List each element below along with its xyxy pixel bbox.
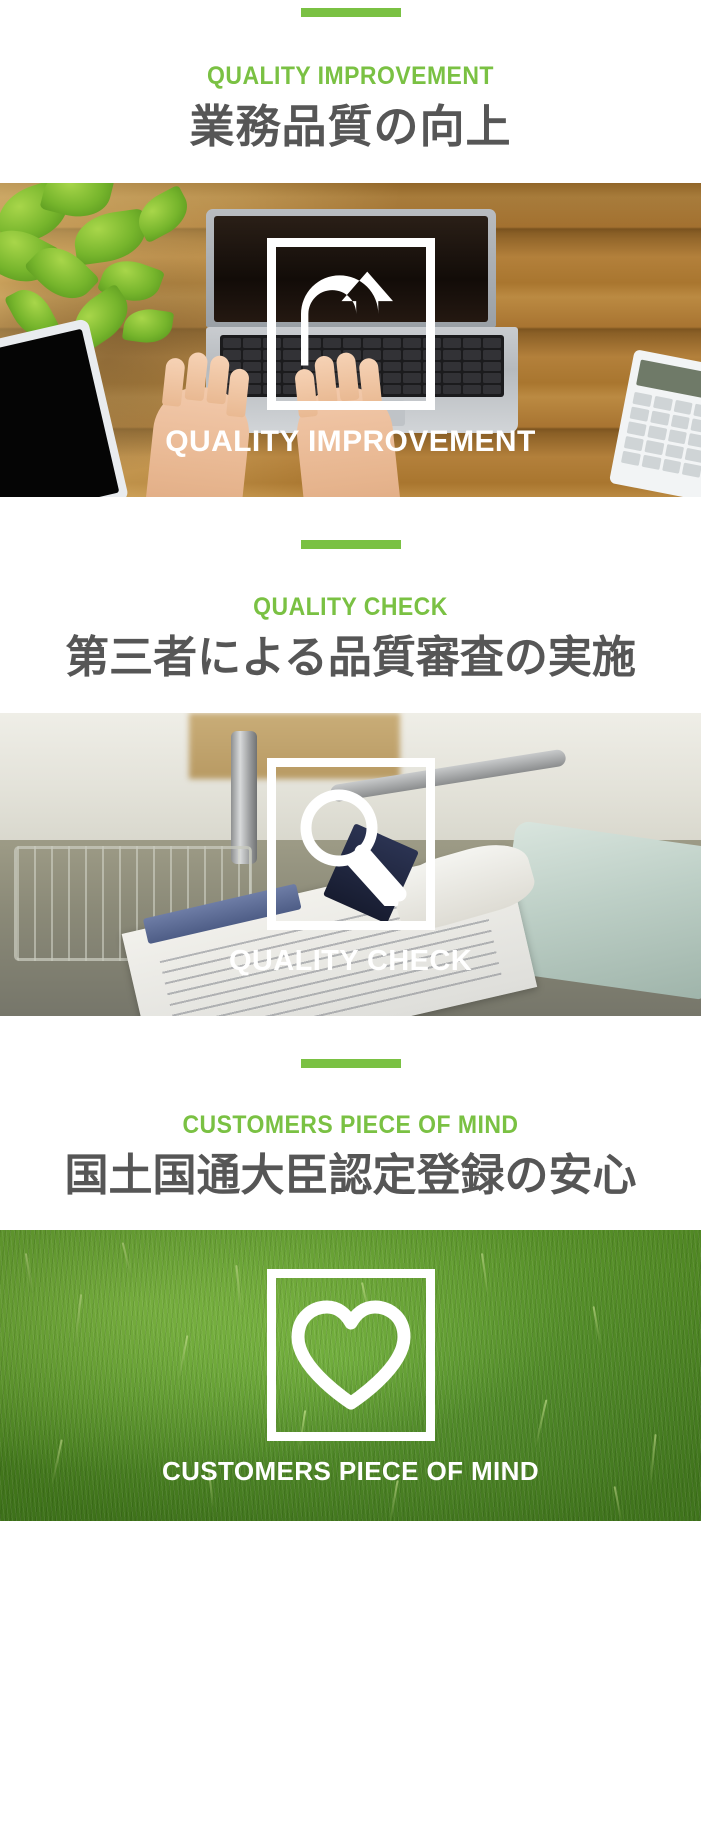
green-rule (300, 540, 401, 550)
u-turn-arrow-icon (266, 237, 435, 410)
photo-customers-piece-of-mind: CUSTOMERS PIECE OF MIND (0, 1229, 701, 1521)
eyebrow-quality-improvement: QUALITY IMPROVEMENT (207, 62, 494, 90)
section-quality-check: QUALITY CHECK 第三者による品質審査の実施 QUALITY CHEC… (0, 497, 701, 1016)
photo-overlay-2: QUALITY CHECK (0, 713, 701, 1016)
eyebrow-customers-piece-of-mind: CUSTOMERS PIECE OF MIND (182, 1110, 519, 1139)
photo-quality-improvement: QUALITY IMPROVEMENT (0, 183, 701, 498)
heading-customers-piece-of-mind: 国土国通大臣認定登録の安心 (64, 1150, 637, 1200)
green-rule (300, 8, 401, 17)
section-quality-improvement: QUALITY IMPROVEMENT 業務品質の向上 QUALITY IMPR… (0, 0, 701, 498)
section-customers-piece-of-mind: CUSTOMERS PIECE OF MIND 国土国通大臣認定登録の安心 CU… (0, 1016, 701, 1521)
photo-caption-quality-check: QUALITY CHECK (228, 945, 473, 978)
green-rule-divider-3 (0, 1058, 701, 1068)
photo-caption-customers-piece-of-mind: CUSTOMERS PIECE OF MIND (161, 1455, 540, 1486)
heading-quality-improvement: 業務品質の向上 (189, 101, 512, 152)
photo-quality-check: QUALITY CHECK (0, 712, 701, 1016)
heart-icon (266, 1268, 435, 1441)
magnifier-icon (266, 758, 435, 931)
eyebrow-quality-check: QUALITY CHECK (253, 593, 448, 622)
green-rule (300, 1058, 401, 1068)
photo-overlay-1: QUALITY IMPROVEMENT (0, 183, 701, 497)
photo-overlay-3: CUSTOMERS PIECE OF MIND (0, 1230, 701, 1521)
photo-caption-quality-improvement: QUALITY IMPROVEMENT (165, 424, 536, 458)
green-rule-divider-2 (0, 540, 701, 550)
heading-quality-check: 第三者による品質審査の実施 (65, 633, 636, 683)
green-rule-divider-1 (0, 8, 701, 17)
quality-sections-page: QUALITY IMPROVEMENT 業務品質の向上 QUALITY IMPR… (0, 0, 701, 1521)
